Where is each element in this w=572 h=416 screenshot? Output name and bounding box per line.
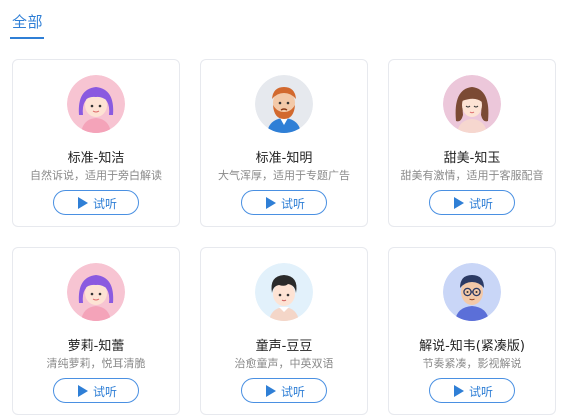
voice-card[interactable]: 标准-知洁 自然诉说，适用于旁白解读 试听: [12, 59, 180, 227]
tab-all[interactable]: 全部: [10, 8, 44, 40]
listen-button[interactable]: 试听: [53, 378, 139, 403]
voice-name: 标准-知明: [255, 151, 313, 166]
voice-card[interactable]: 标准-知明 大气浑厚，适用于专题广告 试听: [200, 59, 368, 227]
play-icon: [454, 385, 464, 397]
voice-card[interactable]: 童声-豆豆 治愈童声，中英双语 试听: [200, 247, 368, 415]
voice-name: 萝莉-知蕾: [67, 339, 125, 354]
woman-brown-hair-avatar-icon: [443, 75, 501, 133]
listen-label: 试听: [281, 197, 306, 211]
listen-label: 试听: [93, 385, 118, 399]
voice-description: 甜美有激情，适用于客服配音: [400, 169, 544, 182]
listen-button[interactable]: 试听: [429, 190, 515, 215]
tab-all-label: 全部: [12, 13, 44, 31]
voice-name: 童声-豆豆: [255, 339, 313, 354]
boy-avatar-icon: [255, 263, 313, 321]
voice-name: 解说-知韦(紧凑版): [419, 339, 525, 354]
voice-card[interactable]: 萝莉-知蕾 清纯萝莉，悦耳清脆 试听: [12, 247, 180, 415]
play-icon: [454, 197, 464, 209]
listen-label: 试听: [469, 385, 494, 399]
man-glasses-avatar-icon: [443, 263, 501, 321]
listen-button[interactable]: 试听: [241, 378, 327, 403]
girl-purple-hair-avatar-icon: [67, 263, 125, 321]
voice-description: 治愈童声，中英双语: [234, 357, 334, 370]
listen-button[interactable]: 试听: [429, 378, 515, 403]
girl-purple-hair-avatar-icon: [67, 75, 125, 133]
play-icon: [266, 197, 276, 209]
listen-button[interactable]: 试听: [53, 190, 139, 215]
voice-description: 大气浑厚，适用于专题广告: [218, 169, 350, 182]
play-icon: [78, 385, 88, 397]
voice-card[interactable]: 解说-知韦(紧凑版) 节奏紧凑，影视解说 试听: [388, 247, 556, 415]
listen-label: 试听: [93, 197, 118, 211]
voice-card[interactable]: 甜美-知玉 甜美有激情，适用于客服配音 试听: [388, 59, 556, 227]
voice-description: 自然诉说，适用于旁白解读: [30, 169, 162, 182]
voice-name: 甜美-知玉: [443, 151, 501, 166]
voice-name: 标准-知洁: [67, 151, 125, 166]
listen-button[interactable]: 试听: [241, 190, 327, 215]
voice-description: 清纯萝莉，悦耳清脆: [46, 357, 146, 370]
voice-description: 节奏紧凑，影视解说: [422, 357, 522, 370]
listen-label: 试听: [281, 385, 306, 399]
bearded-man-avatar-icon: [255, 75, 313, 133]
listen-label: 试听: [469, 197, 494, 211]
play-icon: [78, 197, 88, 209]
active-tab-underline: [10, 37, 44, 39]
play-icon: [266, 385, 276, 397]
